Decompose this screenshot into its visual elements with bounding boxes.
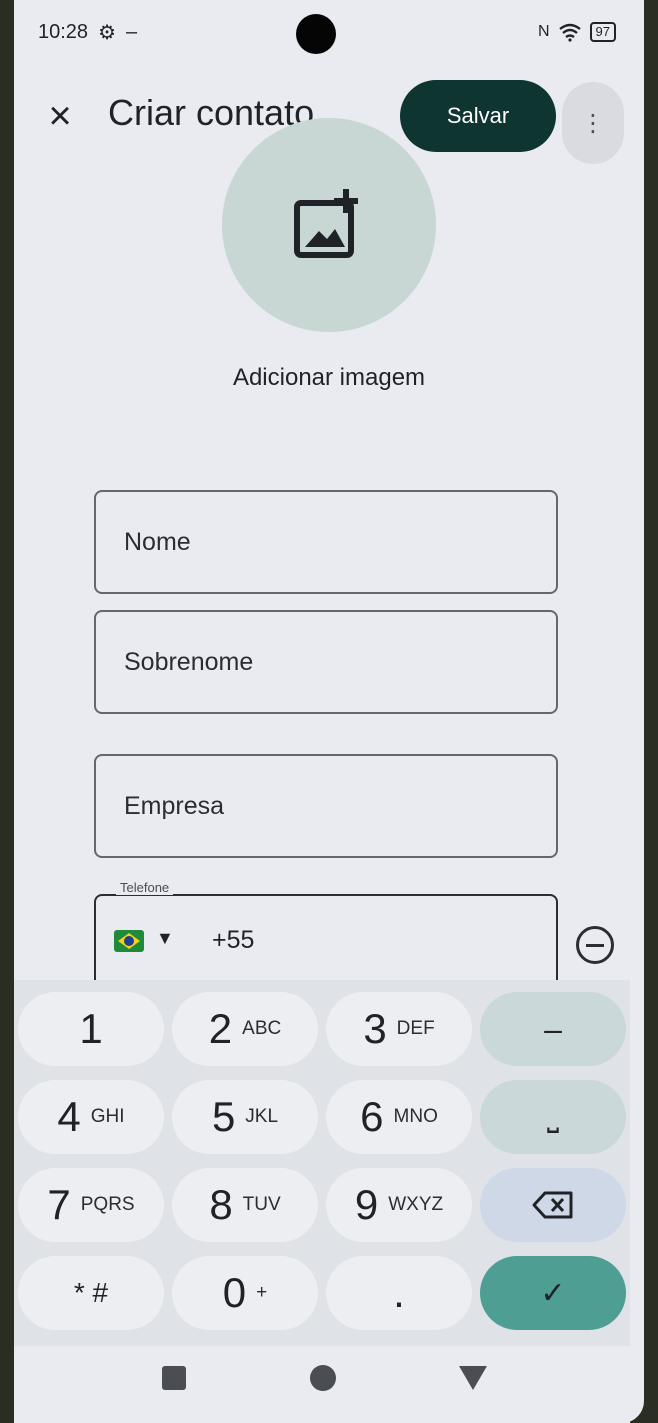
key-digit: 7 bbox=[47, 1181, 71, 1228]
wifi-icon bbox=[558, 23, 581, 42]
space-icon: ⎵ bbox=[547, 1100, 559, 1133]
key-digit: 2 bbox=[208, 1005, 233, 1052]
key-star-hash[interactable]: * # bbox=[18, 1256, 164, 1330]
settings-icon: ⚙ bbox=[98, 22, 116, 44]
key-4[interactable]: 4 GHI bbox=[18, 1080, 164, 1154]
remove-circle-icon[interactable] bbox=[576, 926, 614, 964]
key-dash[interactable]: – bbox=[480, 992, 626, 1066]
key-letters: PQRS bbox=[80, 1194, 135, 1215]
key-6[interactable]: 6 MNO bbox=[326, 1080, 472, 1154]
key-digit: . bbox=[393, 1269, 405, 1316]
close-glyph: × bbox=[48, 93, 72, 138]
brazil-flag-icon[interactable] bbox=[114, 930, 144, 952]
key-7[interactable]: 7 PQRS bbox=[18, 1168, 164, 1242]
battery-icon: 97 bbox=[589, 22, 616, 42]
first-name-placeholder: Nome bbox=[124, 527, 191, 556]
home-icon[interactable] bbox=[303, 1358, 343, 1398]
add-image-label[interactable]: Adicionar imagem bbox=[0, 364, 658, 392]
key-0[interactable]: 0 + bbox=[172, 1256, 318, 1330]
key-backspace[interactable] bbox=[480, 1168, 626, 1242]
recents-icon[interactable] bbox=[154, 1358, 194, 1398]
status-time: 10:28 bbox=[38, 21, 89, 43]
battery-level: 97 bbox=[595, 24, 610, 39]
dash-glyph: – bbox=[544, 1010, 562, 1047]
first-name-field[interactable]: Nome bbox=[94, 490, 558, 594]
key-digit: 3 bbox=[363, 1005, 387, 1052]
key-letters: + bbox=[256, 1282, 268, 1303]
more-vert-icon[interactable]: ⋮ bbox=[562, 82, 624, 164]
key-space[interactable]: ⎵ bbox=[480, 1080, 626, 1154]
key-digit: 9 bbox=[354, 1181, 379, 1228]
key-dot[interactable]: . bbox=[326, 1256, 472, 1330]
key-1[interactable]: 1 bbox=[18, 992, 164, 1066]
key-letters: MNO bbox=[393, 1106, 438, 1127]
key-letters: TUV bbox=[242, 1194, 281, 1215]
menu-glyph: ⋮ bbox=[581, 109, 605, 137]
status-bar: 10:28 ⚙ – bbox=[38, 20, 137, 45]
dash-icon: – bbox=[126, 21, 138, 43]
status-icons: N 97 bbox=[538, 22, 616, 42]
key-digit: 1 bbox=[79, 1005, 103, 1052]
key-letters: WXYZ bbox=[388, 1194, 444, 1215]
phone-prefix[interactable]: +55 bbox=[212, 926, 254, 955]
close-icon[interactable]: × bbox=[40, 92, 80, 140]
key-letters: GHI bbox=[90, 1106, 125, 1127]
key-digit: 4 bbox=[57, 1093, 81, 1140]
key-5[interactable]: 5 JKL bbox=[172, 1080, 318, 1154]
key-letters: JKL bbox=[245, 1106, 279, 1127]
key-digit: 8 bbox=[209, 1181, 233, 1228]
back-icon[interactable] bbox=[453, 1358, 493, 1398]
key-3[interactable]: 3 DEF bbox=[326, 992, 472, 1066]
key-2[interactable]: 2 ABC bbox=[172, 992, 318, 1066]
add-image-icon bbox=[294, 189, 358, 258]
check-icon: ✓ bbox=[540, 1276, 566, 1310]
phone-label: Telefone bbox=[116, 880, 174, 895]
save-button[interactable]: Salvar bbox=[400, 80, 556, 152]
add-image-button[interactable] bbox=[222, 118, 436, 332]
backspace-icon bbox=[532, 1191, 573, 1219]
chevron-down-icon[interactable]: ▼ bbox=[156, 928, 174, 949]
last-name-placeholder: Sobrenome bbox=[124, 647, 254, 676]
key-done[interactable]: ✓ bbox=[480, 1256, 626, 1330]
company-placeholder: Empresa bbox=[124, 791, 225, 820]
key-letters: ABC bbox=[242, 1018, 282, 1039]
company-field[interactable]: Empresa bbox=[94, 754, 558, 858]
last-name-field[interactable]: Sobrenome bbox=[94, 610, 558, 714]
key-digit: 6 bbox=[360, 1093, 384, 1140]
key-digit: 0 bbox=[222, 1269, 247, 1316]
key-8[interactable]: 8 TUV bbox=[172, 1168, 318, 1242]
key-digit: * # bbox=[73, 1277, 109, 1308]
nfc-icon: N bbox=[537, 23, 550, 40]
key-digit: 5 bbox=[211, 1093, 236, 1140]
key-letters: DEF bbox=[396, 1018, 435, 1039]
key-9[interactable]: 9 WXYZ bbox=[326, 1168, 472, 1242]
front-camera bbox=[296, 14, 336, 54]
